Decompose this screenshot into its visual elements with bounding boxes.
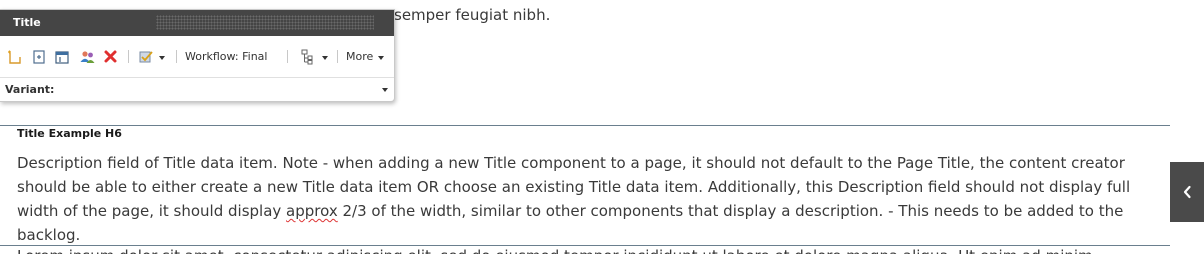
description-text: Description field of Title data item. No…: [17, 151, 1167, 247]
paragraph-end-text: semper feugiat nibh.: [394, 6, 551, 24]
delete-button[interactable]: [103, 48, 118, 65]
variant-label: Variant:: [5, 83, 55, 96]
edit-item-icon: [55, 50, 69, 64]
title-heading: Title Example H6: [17, 127, 122, 140]
insert-item-icon: [33, 49, 45, 64]
chevron-left-icon: [1183, 185, 1191, 199]
chevron-down-icon: [382, 88, 388, 92]
users-button[interactable]: [79, 48, 96, 65]
section-divider: [0, 125, 1170, 126]
chevron-down-icon: [159, 55, 165, 60]
validate-icon: [139, 50, 153, 62]
insert-item-button[interactable]: [31, 48, 47, 65]
side-panel-toggle-button[interactable]: [1170, 162, 1204, 222]
structure-dropdown-button[interactable]: [300, 48, 328, 65]
more-dropdown-button[interactable]: More: [346, 48, 385, 65]
clipped-paragraph-text: Lorem ipsum dolor sit amet, consectetur …: [17, 245, 1093, 254]
page: semper feugiat nibh. Title Example H6 De…: [0, 0, 1204, 254]
chevron-down-icon: [322, 55, 328, 60]
panel-toolbar: Workflow: Final More: [0, 36, 394, 76]
edit-item-button[interactable]: [54, 48, 70, 65]
toolbar-separator: [337, 50, 338, 63]
workflow-button[interactable]: Workflow: Final: [185, 48, 267, 65]
more-label: More: [346, 50, 374, 63]
new-item-icon: [8, 50, 21, 64]
tree-structure-icon: [301, 49, 313, 64]
validate-dropdown-button[interactable]: [138, 48, 165, 65]
variant-select[interactable]: Variant:: [0, 77, 394, 101]
users-icon: [80, 50, 95, 63]
panel-header[interactable]: Title: [0, 10, 394, 36]
drag-handle[interactable]: [156, 15, 374, 30]
workflow-label: Workflow: Final: [185, 50, 268, 63]
misspelled-word: approx: [286, 202, 338, 220]
chevron-down-icon: [378, 55, 385, 60]
toolbar-separator: [176, 50, 177, 63]
component-panel: Title Workflow: Final More Variant:: [0, 9, 395, 102]
new-item-button[interactable]: [6, 48, 22, 65]
toolbar-separator: [128, 50, 129, 63]
panel-title: Title: [13, 16, 41, 29]
toolbar-separator: [287, 50, 288, 63]
delete-icon: [104, 50, 117, 63]
